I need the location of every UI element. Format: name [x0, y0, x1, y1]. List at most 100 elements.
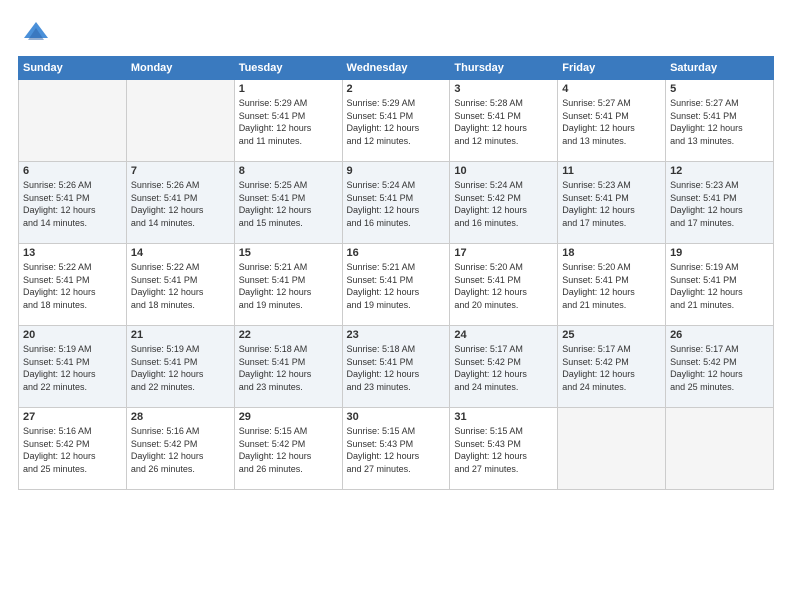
- calendar-cell: 25Sunrise: 5:17 AM Sunset: 5:42 PM Dayli…: [558, 326, 666, 408]
- calendar-cell: 16 Sunrise: 5:21 AM Sunset: 5:41 PM Dayli…: [342, 244, 450, 326]
- day-info: Sunrise: 5:23 AM Sunset: 5:41 PM Dayligh…: [670, 179, 769, 229]
- day-info: Sunrise: 5:27 AM Sunset: 5:41 PM Dayligh…: [562, 97, 661, 147]
- calendar-cell: 18 Sunrise: 5:20 AM Sunset: 5:41 PM Dayli…: [558, 244, 666, 326]
- weekday-header-saturday: Saturday: [666, 57, 774, 80]
- day-info: Sunrise: 5:26 AM Sunset: 5:41 PM Dayligh…: [23, 179, 122, 229]
- day-number: 11: [562, 165, 661, 177]
- day-number: 24: [454, 329, 553, 341]
- calendar-cell: 21 Sunrise: 5:19 AM Sunset: 5:41 PM Dayli…: [126, 326, 234, 408]
- calendar-cell: [126, 80, 234, 162]
- day-info: Sunrise: 5:17 AM Sunset: 5:42 PM Dayligh…: [670, 343, 769, 393]
- day-info: Sunrise: 5:24 AM Sunset: 5:42 PM Dayligh…: [454, 179, 553, 229]
- day-info: Sunrise: 5:15 AM Sunset: 5:43 PM Dayligh…: [347, 425, 446, 475]
- day-number: 15: [239, 247, 338, 259]
- day-number: 14: [131, 247, 230, 259]
- calendar-cell: 1Sunrise: 5:29 AM Sunset: 5:41 PM Daylig…: [234, 80, 342, 162]
- weekday-header-friday: Friday: [558, 57, 666, 80]
- day-info: Sunrise: 5:19 AM Sunset: 5:41 PM Dayligh…: [131, 343, 230, 393]
- day-info: Sunrise: 5:21 AM Sunset: 5:41 PM Dayligh…: [239, 261, 338, 311]
- calendar-cell: 8 Sunrise: 5:25 AM Sunset: 5:41 PM Daylig…: [234, 162, 342, 244]
- day-number: 9: [347, 165, 446, 177]
- day-number: 16: [347, 247, 446, 259]
- day-number: 27: [23, 411, 122, 423]
- calendar-week-5: 27 Sunrise: 5:16 AM Sunset: 5:42 PM Dayli…: [19, 408, 774, 490]
- logo: [18, 18, 50, 46]
- calendar-cell: 29 Sunrise: 5:15 AM Sunset: 5:42 PM Dayli…: [234, 408, 342, 490]
- day-info: Sunrise: 5:26 AM Sunset: 5:41 PM Dayligh…: [131, 179, 230, 229]
- day-info: Sunrise: 5:15 AM Sunset: 5:43 PM Dayligh…: [454, 425, 553, 475]
- calendar-cell: 17 Sunrise: 5:20 AM Sunset: 5:41 PM Dayli…: [450, 244, 558, 326]
- calendar-cell: 27 Sunrise: 5:16 AM Sunset: 5:42 PM Dayli…: [19, 408, 127, 490]
- day-number: 17: [454, 247, 553, 259]
- day-info: Sunrise: 5:28 AM Sunset: 5:41 PM Dayligh…: [454, 97, 553, 147]
- calendar-cell: 3 Sunrise: 5:28 AM Sunset: 5:41 PM Daylig…: [450, 80, 558, 162]
- calendar-cell: 24 Sunrise: 5:17 AM Sunset: 5:42 PM Dayli…: [450, 326, 558, 408]
- calendar-cell: 23 Sunrise: 5:18 AM Sunset: 5:41 PM Dayli…: [342, 326, 450, 408]
- day-number: 29: [239, 411, 338, 423]
- day-number: 7: [131, 165, 230, 177]
- calendar-cell: 15 Sunrise: 5:21 AM Sunset: 5:41 PM Dayli…: [234, 244, 342, 326]
- day-info: Sunrise: 5:25 AM Sunset: 5:41 PM Dayligh…: [239, 179, 338, 229]
- calendar-cell: 14Sunrise: 5:22 AM Sunset: 5:41 PM Dayli…: [126, 244, 234, 326]
- weekday-header-tuesday: Tuesday: [234, 57, 342, 80]
- day-number: 4: [562, 83, 661, 95]
- day-number: 19: [670, 247, 769, 259]
- day-number: 21: [131, 329, 230, 341]
- day-number: 30: [347, 411, 446, 423]
- day-info: Sunrise: 5:16 AM Sunset: 5:42 PM Dayligh…: [23, 425, 122, 475]
- calendar-cell: [19, 80, 127, 162]
- day-info: Sunrise: 5:19 AM Sunset: 5:41 PM Dayligh…: [23, 343, 122, 393]
- day-number: 1: [239, 83, 338, 95]
- day-info: Sunrise: 5:18 AM Sunset: 5:41 PM Dayligh…: [347, 343, 446, 393]
- day-info: Sunrise: 5:23 AM Sunset: 5:41 PM Dayligh…: [562, 179, 661, 229]
- calendar-cell: 13Sunrise: 5:22 AM Sunset: 5:41 PM Dayli…: [19, 244, 127, 326]
- calendar-cell: 26 Sunrise: 5:17 AM Sunset: 5:42 PM Dayli…: [666, 326, 774, 408]
- day-number: 23: [347, 329, 446, 341]
- weekday-header-wednesday: Wednesday: [342, 57, 450, 80]
- day-info: Sunrise: 5:17 AM Sunset: 5:42 PM Dayligh…: [454, 343, 553, 393]
- day-info: Sunrise: 5:17 AM Sunset: 5:42 PM Dayligh…: [562, 343, 661, 393]
- day-number: 26: [670, 329, 769, 341]
- day-number: 22: [239, 329, 338, 341]
- calendar-cell: 20 Sunrise: 5:19 AM Sunset: 5:41 PM Dayli…: [19, 326, 127, 408]
- day-info: Sunrise: 5:15 AM Sunset: 5:42 PM Dayligh…: [239, 425, 338, 475]
- calendar-cell: 9 Sunrise: 5:24 AM Sunset: 5:41 PM Daylig…: [342, 162, 450, 244]
- logo-icon: [22, 18, 50, 46]
- calendar-week-2: 6 Sunrise: 5:26 AM Sunset: 5:41 PM Daylig…: [19, 162, 774, 244]
- day-number: 28: [131, 411, 230, 423]
- day-number: 10: [454, 165, 553, 177]
- calendar-cell: 28 Sunrise: 5:16 AM Sunset: 5:42 PM Dayli…: [126, 408, 234, 490]
- calendar-cell: 22 Sunrise: 5:18 AM Sunset: 5:41 PM Dayli…: [234, 326, 342, 408]
- calendar-week-3: 13Sunrise: 5:22 AM Sunset: 5:41 PM Dayli…: [19, 244, 774, 326]
- day-info: Sunrise: 5:21 AM Sunset: 5:41 PM Dayligh…: [347, 261, 446, 311]
- day-number: 2: [347, 83, 446, 95]
- weekday-header-thursday: Thursday: [450, 57, 558, 80]
- calendar-cell: 19Sunrise: 5:19 AM Sunset: 5:41 PM Dayli…: [666, 244, 774, 326]
- day-info: Sunrise: 5:22 AM Sunset: 5:41 PM Dayligh…: [23, 261, 122, 311]
- day-info: Sunrise: 5:18 AM Sunset: 5:41 PM Dayligh…: [239, 343, 338, 393]
- calendar-cell: 5Sunrise: 5:27 AM Sunset: 5:41 PM Daylig…: [666, 80, 774, 162]
- day-info: Sunrise: 5:20 AM Sunset: 5:41 PM Dayligh…: [454, 261, 553, 311]
- day-info: Sunrise: 5:24 AM Sunset: 5:41 PM Dayligh…: [347, 179, 446, 229]
- weekday-header-sunday: Sunday: [19, 57, 127, 80]
- calendar-cell: 6 Sunrise: 5:26 AM Sunset: 5:41 PM Daylig…: [19, 162, 127, 244]
- day-number: 3: [454, 83, 553, 95]
- calendar-week-1: 1 Sunrise: 5:29 AM Sunset: 5:41 PM Daylig…: [19, 80, 774, 162]
- weekday-header-monday: Monday: [126, 57, 234, 80]
- header: [18, 18, 774, 46]
- calendar-cell: 7 Sunrise: 5:26 AM Sunset: 5:41 PM Daylig…: [126, 162, 234, 244]
- day-info: Sunrise: 5:16 AM Sunset: 5:42 PM Dayligh…: [131, 425, 230, 475]
- page: SundayMondayTuesdayWednesdayThursdayFrid…: [0, 0, 792, 612]
- day-number: 18: [562, 247, 661, 259]
- day-number: 6: [23, 165, 122, 177]
- day-number: 12: [670, 165, 769, 177]
- day-info: Sunrise: 5:29 AM Sunset: 5:41 PM Dayligh…: [347, 97, 446, 147]
- calendar-cell: 31Sunrise: 5:15 AM Sunset: 5:43 PM Dayli…: [450, 408, 558, 490]
- calendar-week-4: 20 Sunrise: 5:19 AM Sunset: 5:41 PM Dayli…: [19, 326, 774, 408]
- day-number: 20: [23, 329, 122, 341]
- day-number: 8: [239, 165, 338, 177]
- day-info: Sunrise: 5:27 AM Sunset: 5:41 PM Dayligh…: [670, 97, 769, 147]
- calendar-cell: 11 Sunrise: 5:23 AM Sunset: 5:41 PM Dayli…: [558, 162, 666, 244]
- day-info: Sunrise: 5:20 AM Sunset: 5:41 PM Dayligh…: [562, 261, 661, 311]
- calendar-cell: [666, 408, 774, 490]
